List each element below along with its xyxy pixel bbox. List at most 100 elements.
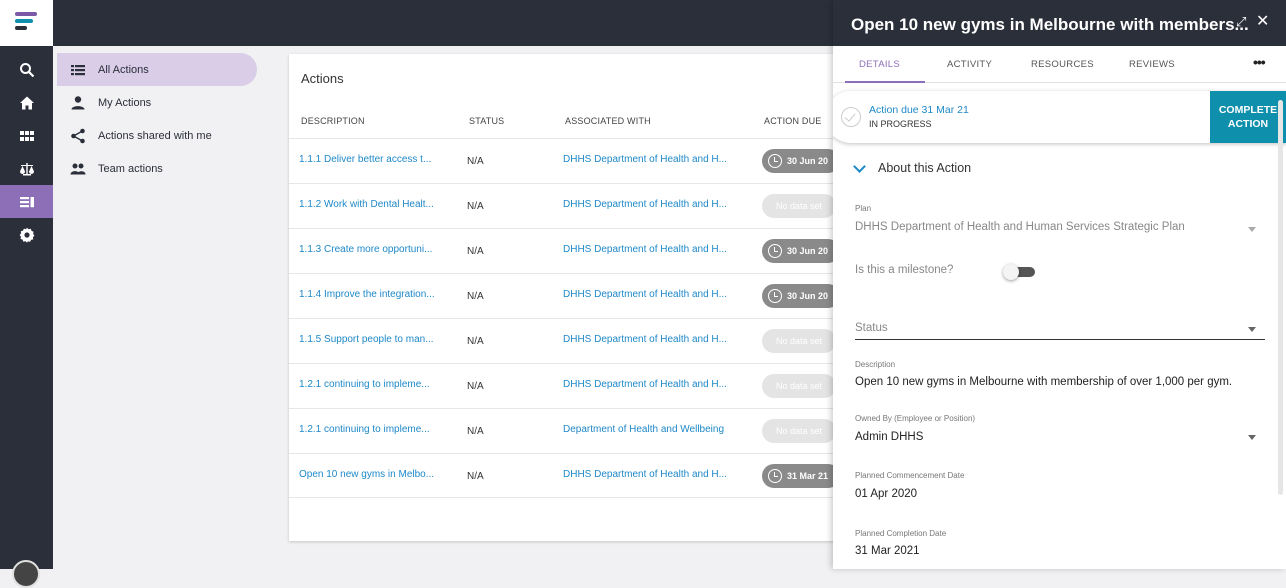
- table-row[interactable]: 1.1.3 Create more opportuni... N/A DHHS …: [289, 228, 849, 273]
- row-associated-link[interactable]: DHHS Department of Health and H...: [563, 334, 727, 345]
- actions-icon[interactable]: [0, 185, 53, 218]
- subnav-item-team-actions[interactable]: Team actions: [57, 152, 257, 185]
- subnav-item-shared[interactable]: Actions shared with me: [57, 119, 257, 152]
- actions-table-card: Actions DESCRIPTION STATUS ASSOCIATED WI…: [289, 54, 849, 541]
- action-status-text: IN PROGRESS: [869, 119, 932, 129]
- subnav-item-label: Actions shared with me: [98, 129, 212, 142]
- description-label: Description: [855, 360, 896, 369]
- chevron-down-icon: [853, 159, 866, 173]
- due-date-badge: No data set: [762, 374, 837, 398]
- tab-reviews[interactable]: REVIEWS: [1129, 59, 1175, 70]
- check-circle-icon[interactable]: [841, 107, 861, 127]
- due-date-badge: 30 Jun 20: [762, 239, 841, 263]
- tab-details[interactable]: DETAILS: [859, 59, 900, 70]
- actions-subnav: All Actions My Actions Actions shared wi…: [53, 46, 263, 569]
- owned-by-select[interactable]: Admin DHHS: [855, 431, 923, 443]
- milestone-toggle[interactable]: [1003, 264, 1035, 280]
- toggle-knob: [1003, 264, 1019, 280]
- close-icon[interactable]: ✕: [1256, 11, 1269, 31]
- row-associated-link[interactable]: DHHS Department of Health and H...: [563, 289, 727, 300]
- panel-title: Open 10 new gyms in Melbourne with membe…: [851, 15, 1249, 34]
- table-row[interactable]: Open 10 new gyms in Melbo... N/A DHHS De…: [289, 453, 849, 498]
- table-row[interactable]: 1.1.1 Deliver better access t... N/A DHH…: [289, 138, 849, 183]
- row-status: N/A: [467, 291, 484, 302]
- row-description-link[interactable]: 1.1.4 Improve the integration...: [299, 289, 435, 300]
- tab-activity[interactable]: ACTIVITY: [947, 59, 992, 70]
- row-associated-link[interactable]: DHHS Department of Health and H...: [563, 379, 727, 390]
- app-logo[interactable]: [0, 0, 53, 46]
- table-row[interactable]: 1.1.5 Support people to man... N/A DHHS …: [289, 318, 849, 363]
- row-status: N/A: [467, 246, 484, 257]
- table-row[interactable]: 1.2.1 continuing to impleme... N/A Depar…: [289, 408, 849, 453]
- due-date-badge: 30 Jun 20: [762, 284, 841, 308]
- expand-icon[interactable]: ⤢: [1236, 14, 1246, 30]
- active-tab-indicator: [845, 81, 925, 83]
- row-description-link[interactable]: 1.1.1 Deliver better access t...: [299, 154, 431, 165]
- subnav-item-label: Team actions: [98, 162, 163, 175]
- column-header-status[interactable]: STATUS: [469, 116, 504, 126]
- share-icon: [71, 128, 85, 143]
- row-associated-link[interactable]: DHHS Department of Health and H...: [563, 469, 727, 480]
- milestone-label: Is this a milestone?: [855, 264, 954, 276]
- app-rail: [0, 0, 53, 588]
- clock-icon: [768, 244, 782, 258]
- search-icon[interactable]: [0, 53, 53, 86]
- table-row[interactable]: 1.2.1 continuing to impleme... N/A DHHS …: [289, 363, 849, 408]
- description-field[interactable]: Open 10 new gyms in Melbourne with membe…: [855, 376, 1232, 388]
- row-status: N/A: [467, 381, 484, 392]
- action-detail-panel: Open 10 new gyms in Melbourne with membe…: [833, 0, 1286, 569]
- completion-label: Planned Completion Date: [855, 529, 947, 538]
- column-header-action-due[interactable]: ACTION DUE: [764, 116, 822, 126]
- card-title: Actions: [301, 71, 344, 86]
- owned-by-dropdown-icon[interactable]: [1248, 435, 1256, 440]
- dashboard-icon[interactable]: [0, 119, 53, 152]
- clock-icon: [768, 469, 782, 483]
- row-associated-link[interactable]: DHHS Department of Health and H...: [563, 154, 727, 165]
- row-description-link[interactable]: Open 10 new gyms in Melbo...: [299, 469, 434, 480]
- row-status: N/A: [467, 426, 484, 437]
- subnav-item-my-actions[interactable]: My Actions: [57, 86, 257, 119]
- column-header-associated[interactable]: ASSOCIATED WITH: [565, 116, 651, 126]
- row-description-link[interactable]: 1.2.1 continuing to impleme...: [299, 424, 430, 435]
- row-description-link[interactable]: 1.2.1 continuing to impleme...: [299, 379, 430, 390]
- row-description-link[interactable]: 1.1.5 Support people to man...: [299, 334, 434, 345]
- column-header-description[interactable]: DESCRIPTION: [301, 116, 365, 126]
- top-bar: [53, 0, 833, 46]
- action-due-label: Action due 31 Mar 21: [869, 104, 969, 116]
- row-status: N/A: [467, 336, 484, 347]
- row-description-link[interactable]: 1.1.3 Create more opportuni...: [299, 244, 432, 255]
- status-select[interactable]: Status: [855, 322, 888, 334]
- group-icon: [70, 163, 86, 174]
- row-status: N/A: [467, 201, 484, 212]
- row-description-link[interactable]: 1.1.2 Work with Dental Healt...: [299, 199, 434, 210]
- subnav-item-all-actions[interactable]: All Actions: [57, 53, 257, 86]
- scales-icon[interactable]: [0, 152, 53, 185]
- panel-scrollbar[interactable]: [1278, 100, 1283, 495]
- person-icon: [71, 95, 85, 109]
- row-status: N/A: [467, 471, 484, 482]
- table-row[interactable]: 1.1.2 Work with Dental Healt... N/A DHHS…: [289, 183, 849, 228]
- status-underline: [855, 339, 1265, 340]
- complete-action-button[interactable]: COMPLETE ACTION: [1210, 91, 1286, 143]
- row-status: N/A: [467, 156, 484, 167]
- completion-date-field[interactable]: 31 Mar 2021: [855, 545, 920, 557]
- commencement-label: Planned Commencement Date: [855, 471, 965, 480]
- plan-select[interactable]: DHHS Department of Health and Human Serv…: [855, 221, 1185, 233]
- about-section-toggle[interactable]: About this Action: [853, 159, 972, 175]
- subnav-item-label: All Actions: [98, 63, 149, 76]
- tab-resources[interactable]: RESOURCES: [1031, 59, 1094, 70]
- row-associated-link[interactable]: DHHS Department of Health and H...: [563, 199, 727, 210]
- subnav-item-label: My Actions: [98, 96, 152, 109]
- plan-dropdown-icon[interactable]: [1248, 227, 1256, 232]
- clock-icon: [768, 289, 782, 303]
- user-avatar[interactable]: [12, 560, 40, 588]
- table-row[interactable]: 1.1.4 Improve the integration... N/A DHH…: [289, 273, 849, 318]
- status-dropdown-icon[interactable]: [1248, 327, 1256, 332]
- row-associated-link[interactable]: Department of Health and Wellbeing: [563, 424, 724, 435]
- settings-icon[interactable]: [0, 218, 53, 251]
- more-options-icon[interactable]: •••: [1253, 54, 1266, 70]
- section-title: About this Action: [878, 161, 972, 175]
- home-icon[interactable]: [0, 86, 53, 119]
- row-associated-link[interactable]: DHHS Department of Health and H...: [563, 244, 727, 255]
- commencement-date-field[interactable]: 01 Apr 2020: [855, 488, 917, 500]
